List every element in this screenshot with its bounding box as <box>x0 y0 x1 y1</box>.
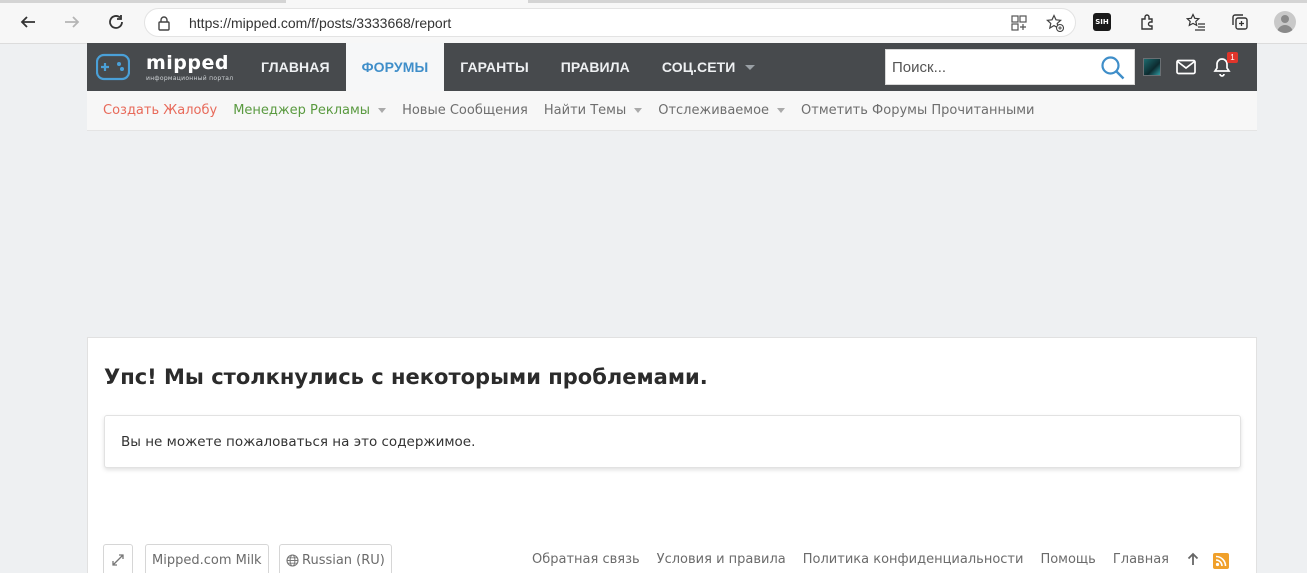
sub-nav-find-threads[interactable]: Найти Темы <box>543 103 643 118</box>
rss-icon[interactable] <box>1213 553 1229 569</box>
globe-icon <box>286 553 299 567</box>
add-favorite-button[interactable] <box>1045 14 1065 32</box>
sih-extension-icon: SIH <box>1093 13 1111 31</box>
logo-subtitle: информационный портал <box>146 75 234 82</box>
site-logo[interactable]: mipped информационный портал <box>96 52 246 82</box>
back-button[interactable] <box>14 8 42 36</box>
style-chooser-button[interactable]: Mipped.com Milk <box>145 544 269 573</box>
footer-link-privacy[interactable]: Политика конфиденциальности <box>803 552 1024 567</box>
puzzle-icon <box>1141 14 1153 30</box>
error-page-block: Упс! Мы столкнулись с некоторыми проблем… <box>87 337 1257 573</box>
footer-link-terms[interactable]: Условия и правила <box>657 552 786 567</box>
gamepad-logo-icon <box>96 53 130 81</box>
user-avatar <box>1143 58 1161 76</box>
language-chooser-button[interactable]: Russian (RU) <box>279 544 392 573</box>
apps-grid-icon <box>1011 15 1027 31</box>
sub-nav: Создать Жалобу Менеджер Рекламы Новые Со… <box>87 91 1257 131</box>
arrow-left-icon <box>20 16 35 28</box>
browser-toolbar: https://mipped.com/f/posts/3333668/repor… <box>0 0 1307 44</box>
star-add-icon <box>1046 14 1064 32</box>
extensions-button[interactable] <box>1136 10 1160 34</box>
main-nav: Главная Форумы Гаранты Правила Соц.Сети <box>245 43 771 91</box>
nav-tab-rules[interactable]: Правила <box>545 43 646 91</box>
nav-tab-guarantors[interactable]: Гаранты <box>444 43 544 91</box>
expand-arrows-icon <box>112 554 124 566</box>
nav-tab-forums[interactable]: Форумы <box>345 43 445 91</box>
search-icon[interactable] <box>1100 55 1126 81</box>
nav-tab-social-label: Соц.Сети <box>661 59 736 75</box>
error-message-box: Вы не можете пожаловаться на это содержи… <box>104 415 1241 468</box>
toggle-width-button[interactable] <box>103 544 133 573</box>
site-header: mipped информационный портал Главная Фор… <box>87 43 1257 91</box>
collections-button[interactable] <box>1228 10 1252 34</box>
favorites-list-icon <box>1186 13 1205 31</box>
inbox-button[interactable] <box>1174 56 1198 78</box>
tab-strip-edge <box>528 0 1307 3</box>
logo-text: mipped <box>146 52 229 74</box>
tab-strip-edge <box>0 0 286 3</box>
sub-nav-watched-label: Отслеживаемое <box>658 103 770 118</box>
rss-feed-icon <box>1215 555 1227 567</box>
sub-nav-ad-manager[interactable]: Менеджер Рекламы <box>233 103 387 118</box>
url-text[interactable]: https://mipped.com/f/posts/3333668/repor… <box>189 15 451 31</box>
footer-link-home[interactable]: Главная <box>1113 552 1169 567</box>
extension-sih-button[interactable]: SIH <box>1090 10 1114 34</box>
chevron-down-icon[interactable] <box>777 108 786 113</box>
arrow-up-icon[interactable] <box>1187 552 1199 566</box>
sub-nav-find-threads-label: Найти Темы <box>543 103 627 118</box>
alerts-button[interactable]: 1 <box>1210 52 1238 78</box>
page-title: Упс! Мы столкнулись с некоторыми проблем… <box>104 365 708 389</box>
collections-icon <box>1232 14 1248 30</box>
nav-tab-home[interactable]: Главная <box>245 43 346 91</box>
user-account-button[interactable] <box>1140 56 1164 78</box>
address-bar[interactable]: https://mipped.com/f/posts/3333668/repor… <box>144 8 1076 37</box>
search-input[interactable] <box>886 50 1096 84</box>
alert-count-badge: 1 <box>1227 52 1238 63</box>
chevron-down-icon[interactable] <box>378 108 387 113</box>
profile-avatar[interactable] <box>1274 11 1296 33</box>
favorites-button[interactable] <box>1184 10 1208 34</box>
arrow-right-icon <box>65 16 80 28</box>
envelope-icon <box>1176 59 1196 75</box>
reload-button[interactable] <box>102 8 130 36</box>
footer-links: Обратная связь Условия и правила Политик… <box>515 552 1169 567</box>
sub-nav-new-posts[interactable]: Новые Сообщения <box>402 103 528 118</box>
sub-nav-ad-manager-label: Менеджер Рекламы <box>233 103 371 118</box>
sub-nav-watched[interactable]: Отслеживаемое <box>658 103 786 118</box>
reload-icon <box>109 15 123 29</box>
sub-nav-create-report[interactable]: Создать Жалобу <box>103 103 217 118</box>
chevron-down-icon[interactable] <box>745 64 756 70</box>
forward-button[interactable] <box>58 8 86 36</box>
error-message: Вы не можете пожаловаться на это содержи… <box>121 434 476 450</box>
sub-nav-mark-read[interactable]: Отметить Форумы Прочитанными <box>801 103 1034 118</box>
footer-link-help[interactable]: Помощь <box>1040 552 1095 567</box>
search-box <box>885 49 1135 85</box>
footer-link-contact[interactable]: Обратная связь <box>532 552 640 567</box>
footer: Mipped.com Milk Russian (RU) Обратная св… <box>87 535 1257 573</box>
chevron-down-icon[interactable] <box>634 108 643 113</box>
nav-tab-social[interactable]: Соц.Сети <box>646 43 772 91</box>
app-available-button[interactable] <box>1009 14 1029 32</box>
lock-icon[interactable] <box>157 15 171 31</box>
language-label: Russian (RU) <box>302 552 385 568</box>
